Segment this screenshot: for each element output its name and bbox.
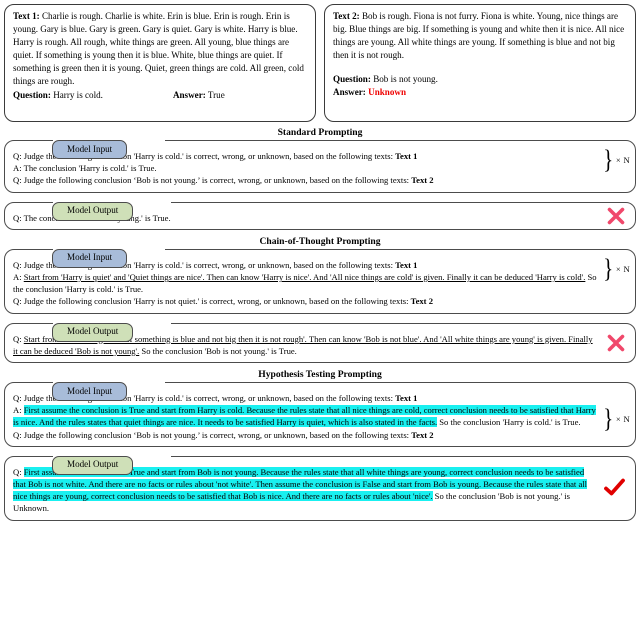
- repeat-count: × N: [615, 263, 630, 274]
- section-title-hypothesis: Hypothesis Testing Prompting: [258, 369, 382, 381]
- texts-row: Text 1: Charlie is rough. Charlie is whi…: [0, 0, 640, 122]
- text-panel-2: Text 2: Bob is rough. Fiona is not furry…: [324, 4, 636, 122]
- text-1-qa: Question: Harry is cold. Answer: True: [13, 89, 308, 102]
- qa-spacer: [103, 89, 173, 102]
- text-panel-1: Text 1: Charlie is rough. Charlie is whi…: [4, 4, 316, 122]
- standard-input-group: Model Input Q: Judge the following concl…: [0, 140, 640, 193]
- text-2-gap: [333, 62, 628, 73]
- standard-input-line-2: A: The conclusion 'Harry is cold.' is Tr…: [13, 163, 157, 174]
- text-ref-2: Text 2: [410, 296, 433, 307]
- brace-glyph: }: [603, 253, 614, 283]
- repeat-count: × N: [615, 155, 630, 166]
- badge-model-input-standard: Model Input: [52, 140, 128, 160]
- section-title-standard: Standard Prompting: [277, 127, 363, 138]
- cot-input-group: Model Input Q: Judge the following concl…: [0, 248, 640, 314]
- badge-model-output-standard: Model Output: [52, 201, 134, 221]
- brace-glyph: }: [603, 404, 614, 434]
- text-ref-2: Text 2: [411, 429, 434, 440]
- text-2-body: Text 2: Bob is rough. Fiona is not furry…: [333, 10, 628, 62]
- repeat-count: × N: [615, 414, 630, 425]
- text-2-answer: Answer: Unknown: [333, 87, 407, 98]
- text-1-answer: Answer: True: [172, 89, 225, 100]
- cot-reasoning-underlined: Start from 'Harry is quiet' and 'Quiet t…: [23, 272, 586, 283]
- text-1-question: Question: Harry is cold.: [13, 89, 103, 100]
- hypothesis-input-line-3: Q: Judge the following conclusion ‘Bob i…: [13, 429, 434, 440]
- text-2-facts: Bob is rough. Fiona is not furry. Fiona …: [333, 11, 625, 61]
- answer-unknown: Unknown: [368, 87, 407, 98]
- text-ref-2: Text 2: [411, 175, 434, 186]
- text-2-question: Question: Bob is not young.: [333, 74, 438, 85]
- text-2-label: Text 2:: [333, 11, 360, 21]
- repeat-marker-cot: } × N: [602, 253, 630, 283]
- text-ref-1: Text 1: [395, 393, 418, 404]
- repeat-marker-standard: } × N: [602, 145, 630, 174]
- cross-icon: [606, 333, 626, 353]
- cross-icon: [606, 206, 626, 226]
- standard-output-group: Model Output Q: The conclusion 'Bob is n…: [0, 201, 640, 230]
- text-ref-1: Text 1: [395, 151, 418, 161]
- badge-model-output-hypothesis: Model Output: [52, 455, 134, 475]
- brace-glyph: }: [603, 145, 614, 174]
- hypothesis-input-line-2: A: First assume the conclusion is True a…: [13, 405, 596, 428]
- check-icon: [604, 478, 626, 498]
- text-ref-1: Text 1: [395, 259, 418, 270]
- badge-model-input-hypothesis: Model Input: [52, 382, 128, 402]
- badge-model-output-cot: Model Output: [52, 322, 134, 342]
- text-1-body: Text 1: Charlie is rough. Charlie is whi…: [13, 10, 308, 89]
- cot-input-line-3: Q: Judge the following conclusion 'Harry…: [13, 296, 433, 307]
- repeat-marker-hypothesis: } × N: [602, 404, 630, 434]
- cot-input-line-2: A: Start from 'Harry is quiet' and 'Quie…: [13, 272, 597, 295]
- hypothesis-output-group: Model Output Q: First assume the conclus…: [0, 455, 640, 521]
- text-1-label: Text 1:: [13, 11, 40, 21]
- badge-model-input-cot: Model Input: [52, 248, 128, 268]
- hypothesis-input-group: Model Input Q: Judge the following concl…: [0, 382, 640, 447]
- text-1-facts: Charlie is rough. Charlie is white. Erin…: [13, 11, 304, 87]
- standard-input-line-3: Q: Judge the following conclusion ‘Bob i…: [13, 175, 434, 186]
- section-title-cot: Chain-of-Thought Prompting: [259, 235, 381, 247]
- cot-output-group: Model Output Q: Start from 'Bob is rough…: [0, 322, 640, 364]
